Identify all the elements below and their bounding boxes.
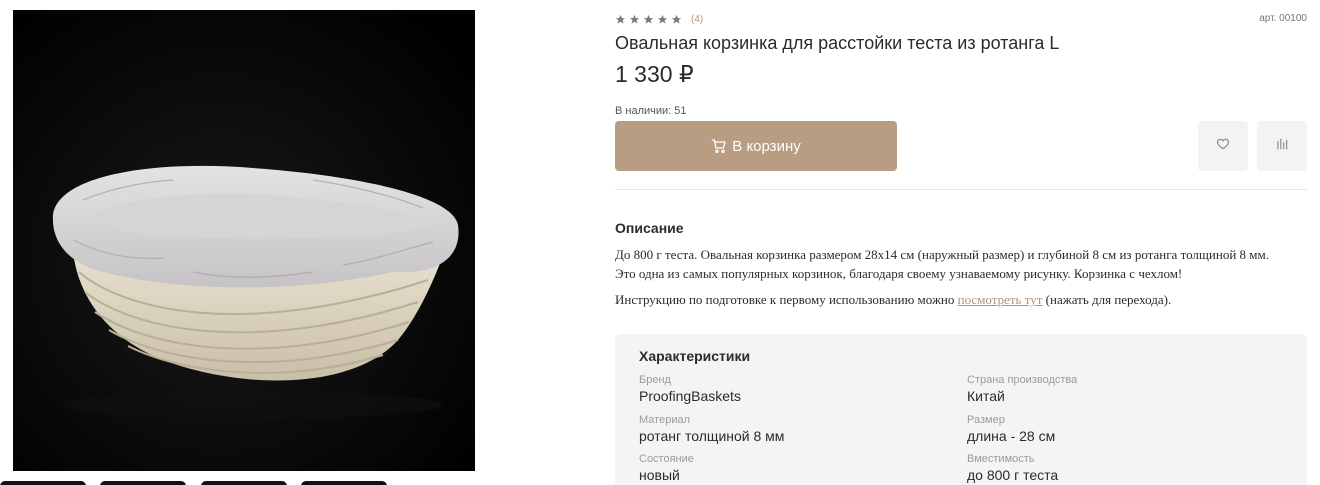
spec-value: ProofingBaskets bbox=[639, 388, 741, 404]
spec-label: Размер bbox=[967, 414, 1005, 426]
thumbnail[interactable] bbox=[301, 481, 387, 485]
specifications-panel: Характеристики Бренд ProofingBaskets Стр… bbox=[615, 334, 1307, 485]
instruction-link[interactable]: посмотреть тут bbox=[958, 292, 1043, 307]
instruction-after: (нажать для перехода). bbox=[1042, 292, 1172, 307]
star-icon bbox=[629, 14, 640, 25]
spec-size: Размер длина - 28 см bbox=[967, 414, 1267, 445]
sku: арт. 00100 bbox=[1259, 13, 1307, 24]
thumbnail[interactable] bbox=[0, 481, 86, 485]
favorite-button[interactable] bbox=[1198, 121, 1248, 171]
divider bbox=[615, 189, 1307, 190]
product-price: 1 330 ₽ bbox=[615, 61, 694, 87]
spec-value: Китай bbox=[967, 388, 1005, 404]
spec-capacity: Вместимость до 800 г теста bbox=[967, 453, 1267, 484]
spec-value: длина - 28 см bbox=[967, 428, 1056, 444]
spec-value: ротанг толщиной 8 мм bbox=[639, 428, 785, 444]
spec-label: Вместимость bbox=[967, 453, 1035, 465]
description-text: До 800 г теста. Овальная корзинка размер… bbox=[615, 245, 1307, 283]
spec-label: Состояние bbox=[639, 453, 694, 465]
spec-label: Материал bbox=[639, 414, 690, 426]
basket-photo bbox=[13, 10, 475, 471]
add-to-cart-button[interactable]: В корзину bbox=[615, 121, 897, 171]
stock-status: В наличии: 51 bbox=[615, 105, 687, 117]
product-main-image[interactable] bbox=[13, 10, 475, 471]
bar-chart-icon bbox=[1275, 137, 1289, 156]
spec-country: Страна производства Китай bbox=[967, 374, 1267, 405]
spec-condition: Состояние новый bbox=[639, 453, 939, 484]
star-icon bbox=[657, 14, 668, 25]
specifications-heading: Характеристики bbox=[639, 348, 751, 364]
product-title: Овальная корзинка для расстойки теста из… bbox=[615, 33, 1060, 53]
description-line: Это одна из самых популярных корзинок, б… bbox=[615, 266, 1183, 281]
description-line: До 800 г теста. Овальная корзинка размер… bbox=[615, 247, 1269, 262]
spec-label: Страна производства bbox=[967, 374, 1078, 386]
instruction-text: Инструкцию по подготовке к первому испол… bbox=[615, 292, 1171, 308]
star-icon bbox=[671, 14, 682, 25]
description-heading: Описание bbox=[615, 220, 684, 236]
add-to-cart-label: В корзину bbox=[732, 137, 801, 155]
thumbnail[interactable] bbox=[201, 481, 287, 485]
rating[interactable]: (4) bbox=[615, 12, 703, 26]
spec-material: Материал ротанг толщиной 8 мм bbox=[639, 414, 939, 445]
thumbnail[interactable] bbox=[100, 481, 186, 485]
spec-value: новый bbox=[639, 467, 680, 483]
spec-brand: Бренд ProofingBaskets bbox=[639, 374, 939, 405]
thumbnail-strip bbox=[0, 481, 400, 485]
instruction-before: Инструкцию по подготовке к первому испол… bbox=[615, 292, 958, 307]
star-icon bbox=[643, 14, 654, 25]
star-icon bbox=[615, 14, 626, 25]
spec-value: до 800 г теста bbox=[967, 467, 1059, 483]
review-count[interactable]: (4) bbox=[691, 14, 703, 25]
compare-button[interactable] bbox=[1257, 121, 1307, 171]
spec-label: Бренд bbox=[639, 374, 671, 386]
cart-icon bbox=[711, 138, 727, 154]
heart-icon bbox=[1216, 137, 1230, 156]
